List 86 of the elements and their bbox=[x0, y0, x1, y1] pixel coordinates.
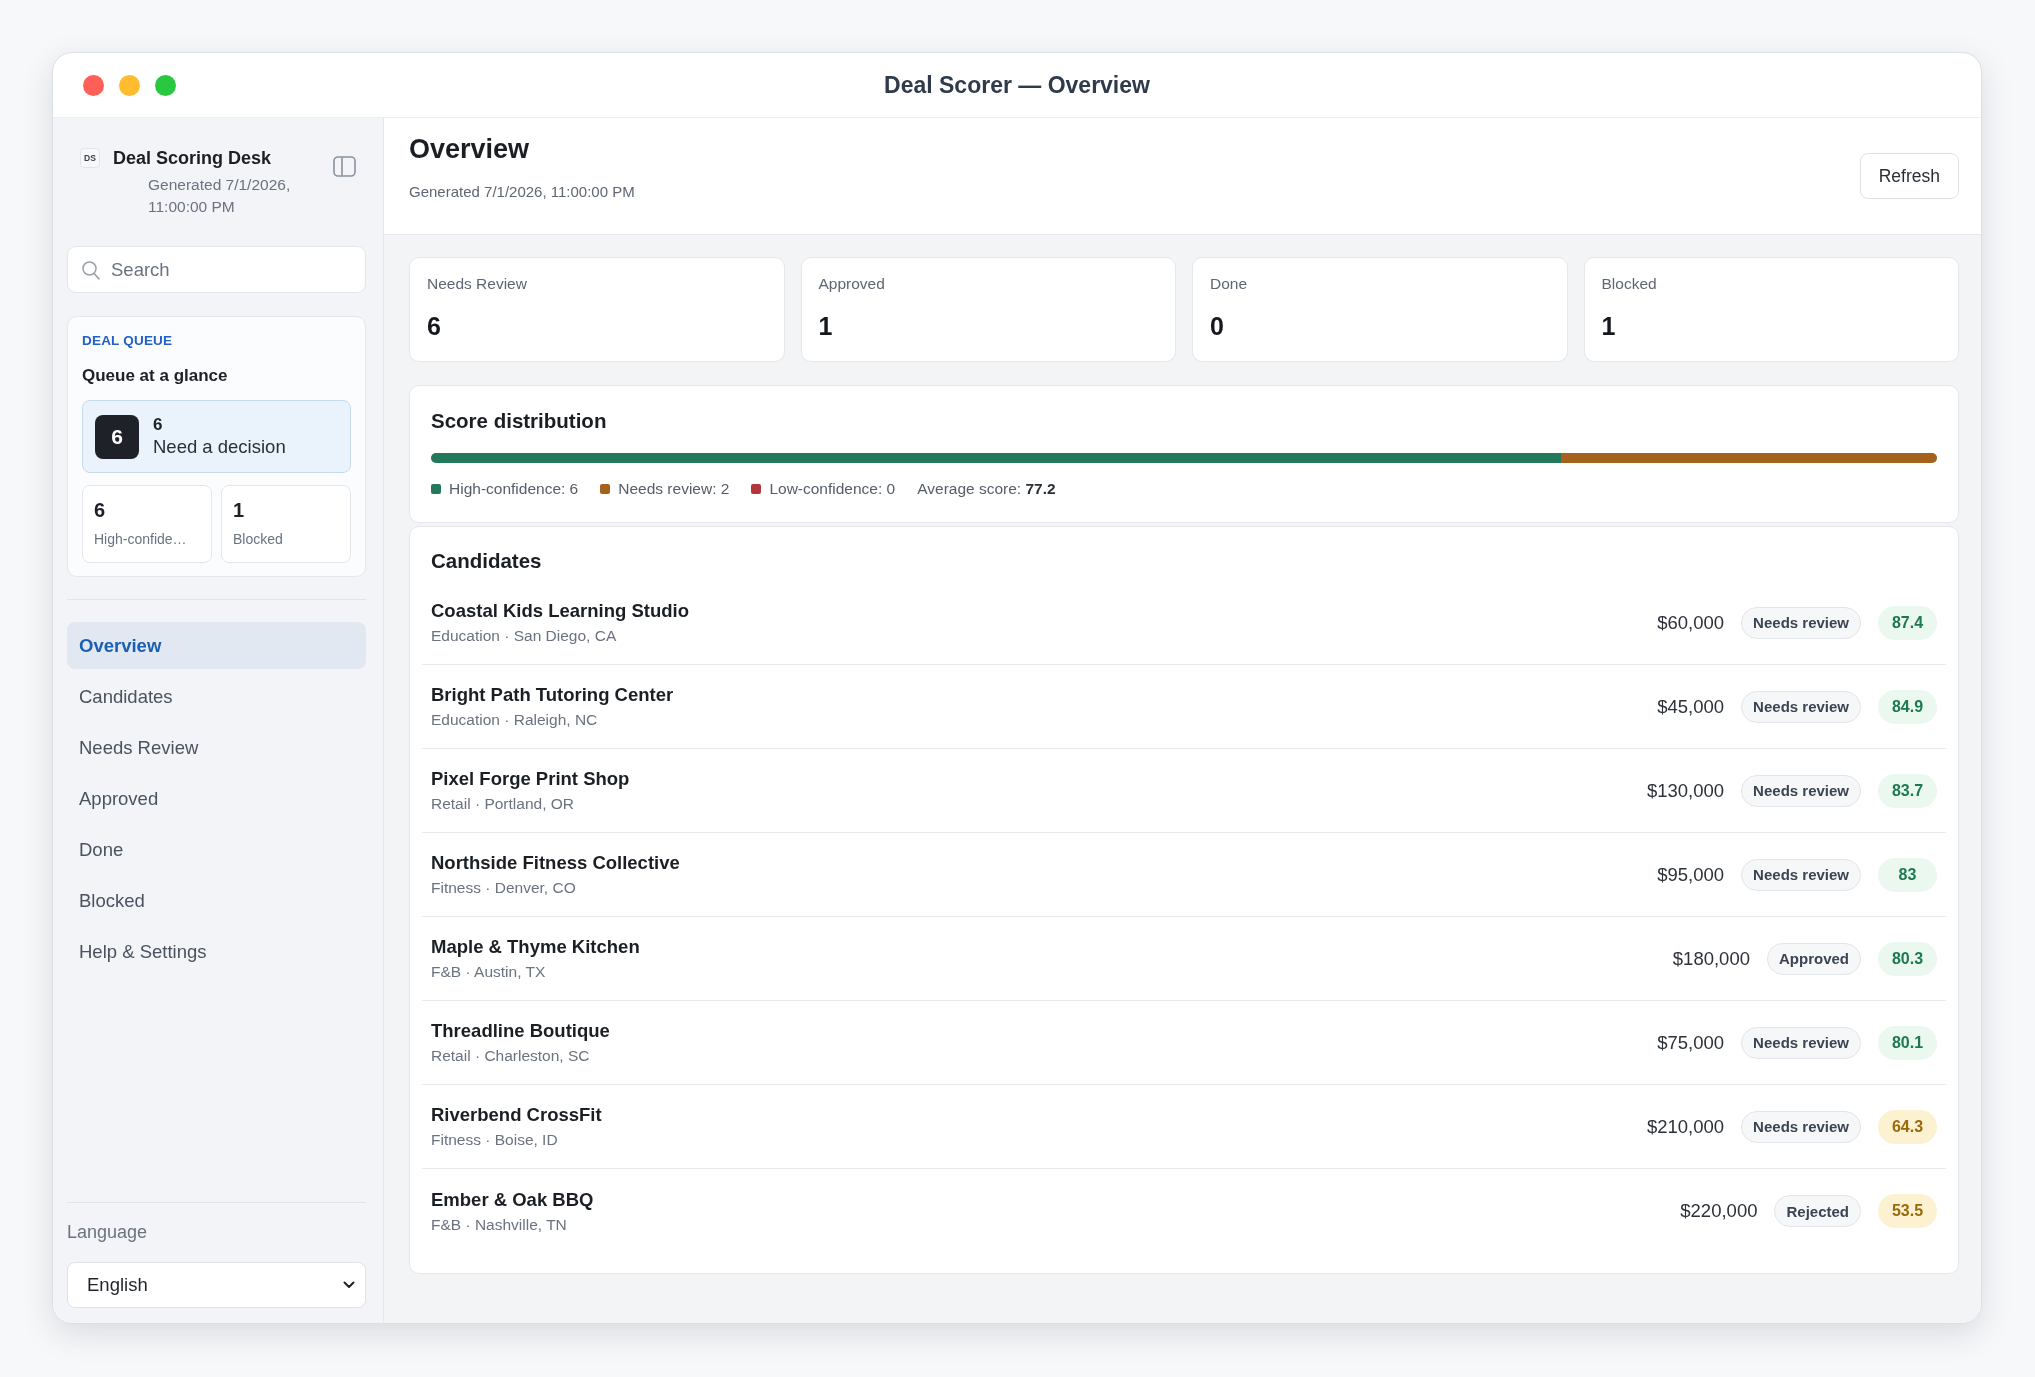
candidate-name[interactable]: Coastal Kids Learning Studio bbox=[431, 599, 689, 623]
candidate-meta: Fitness · Boise, ID bbox=[431, 1130, 559, 1150]
legend-label: High-confidence: 6 bbox=[449, 479, 579, 499]
score-badge: 80.3 bbox=[1878, 941, 1937, 976]
window-title: Deal Scorer — Overview bbox=[884, 71, 1150, 99]
decision-count: 6 bbox=[153, 414, 164, 435]
candidate-meta: F&B · Nashville, TN bbox=[431, 1214, 568, 1235]
language-select[interactable]: English bbox=[67, 1262, 366, 1308]
nav-item[interactable]: Approved bbox=[67, 775, 366, 822]
average-score: Average score: 77.2 bbox=[917, 479, 1056, 499]
deal-amount: $130,000 bbox=[1646, 779, 1725, 802]
app-logo: DS bbox=[80, 148, 100, 168]
window-close-button[interactable] bbox=[83, 74, 104, 96]
deal-amount: $180,000 bbox=[1672, 947, 1750, 970]
stat-label: Needs Review bbox=[427, 274, 528, 294]
candidate-meta: Fitness · Denver, CO bbox=[431, 878, 577, 898]
stat-label: Done bbox=[1210, 274, 1249, 294]
stat-label: Approved bbox=[818, 274, 886, 294]
app-name: Deal Scoring Desk bbox=[113, 147, 273, 170]
score-badge: 83 bbox=[1878, 857, 1937, 892]
language-label: Language bbox=[67, 1221, 149, 1243]
candidate-meta: Retail · Portland, OR bbox=[431, 794, 575, 814]
score-badge: 53.5 bbox=[1878, 1194, 1937, 1228]
search-field[interactable]: Search bbox=[67, 246, 366, 293]
score-badge: 64.3 bbox=[1878, 1109, 1937, 1144]
status-badge: Needs review bbox=[1741, 858, 1861, 891]
status-badge: Rejected bbox=[1774, 1195, 1861, 1227]
nav-item[interactable]: Help & Settings bbox=[67, 928, 366, 975]
candidate-name[interactable]: Northside Fitness Collective bbox=[431, 851, 680, 875]
search-icon bbox=[82, 261, 100, 280]
candidate-meta: Education · San Diego, CA bbox=[431, 626, 618, 646]
candidate-name[interactable]: Ember & Oak BBQ bbox=[431, 1187, 594, 1212]
queue-stat-value: 6 bbox=[94, 498, 107, 522]
section-title: Score distribution bbox=[431, 408, 608, 434]
candidate-meta: F&B · Austin, TX bbox=[431, 962, 547, 982]
page-title: Overview bbox=[409, 133, 531, 166]
count-badge: 6 bbox=[95, 414, 139, 459]
window-minimize-button[interactable] bbox=[119, 74, 140, 96]
legend-label: Needs review: 2 bbox=[618, 479, 730, 499]
section-title: Candidates bbox=[430, 548, 543, 574]
nav-item[interactable]: Candidates bbox=[67, 673, 366, 720]
candidate-name[interactable]: Maple & Thyme Kitchen bbox=[431, 935, 640, 959]
nav-item[interactable]: Blocked bbox=[67, 877, 366, 924]
candidate-name[interactable]: Bright Path Tutoring Center bbox=[431, 683, 674, 707]
chevron-down-icon bbox=[343, 1281, 355, 1289]
candidate-name[interactable]: Pixel Forge Print Shop bbox=[431, 767, 630, 791]
generated-timestamp: Generated 7/1/2026, 11:00:00 PM bbox=[148, 175, 292, 217]
score-badge: 80.1 bbox=[1878, 1025, 1937, 1060]
deal-amount: $60,000 bbox=[1657, 611, 1725, 634]
candidate-meta: Retail · Charleston, SC bbox=[431, 1046, 591, 1066]
stat-value: 1 bbox=[1601, 311, 1617, 341]
candidate-name[interactable]: Threadline Boutique bbox=[431, 1019, 610, 1043]
stat-value: 1 bbox=[818, 311, 834, 341]
queue-stat-label: High-confide… bbox=[94, 530, 188, 548]
candidate-name[interactable]: Riverbend CrossFit bbox=[431, 1103, 602, 1127]
status-badge: Needs review bbox=[1741, 690, 1861, 723]
stat-value: 0 bbox=[1210, 311, 1225, 341]
legend-label: Low-confidence: 0 bbox=[769, 479, 896, 499]
stat-value: 6 bbox=[427, 311, 442, 341]
stat-label: Blocked bbox=[1601, 274, 1658, 294]
status-badge: Needs review bbox=[1741, 1110, 1861, 1143]
deal-amount: $210,000 bbox=[1646, 1115, 1725, 1138]
nav-item[interactable]: Done bbox=[67, 826, 366, 873]
deal-amount: $220,000 bbox=[1680, 1200, 1758, 1222]
score-badge: 87.4 bbox=[1878, 605, 1937, 640]
candidate-meta: Education · Raleigh, NC bbox=[431, 710, 599, 730]
sidebar-toggle-icon[interactable] bbox=[333, 156, 356, 177]
status-badge: Needs review bbox=[1741, 1026, 1861, 1059]
decision-label: Need a decision bbox=[153, 434, 286, 459]
queue-stat-label: Blocked bbox=[233, 530, 284, 548]
page-subtitle: Generated 7/1/2026, 11:00:00 PM bbox=[409, 182, 635, 202]
window-maximize-button[interactable] bbox=[155, 74, 176, 96]
deal-amount: $95,000 bbox=[1657, 863, 1725, 886]
queue-stat-value: 1 bbox=[233, 498, 246, 522]
nav-item[interactable]: Needs Review bbox=[67, 724, 366, 771]
score-badge: 84.9 bbox=[1878, 689, 1937, 724]
queue-eyebrow: DEAL QUEUE bbox=[82, 332, 174, 350]
refresh-button[interactable]: Refresh bbox=[1859, 153, 1959, 199]
score-badge: 83.7 bbox=[1878, 773, 1937, 808]
status-badge: Needs review bbox=[1741, 606, 1861, 639]
status-badge: Needs review bbox=[1741, 774, 1861, 807]
deal-amount: $45,000 bbox=[1657, 695, 1725, 718]
nav-item[interactable]: Overview bbox=[67, 622, 366, 669]
deal-amount: $75,000 bbox=[1657, 1031, 1725, 1054]
status-badge: Approved bbox=[1767, 942, 1861, 975]
queue-title: Queue at a glance bbox=[82, 365, 229, 387]
